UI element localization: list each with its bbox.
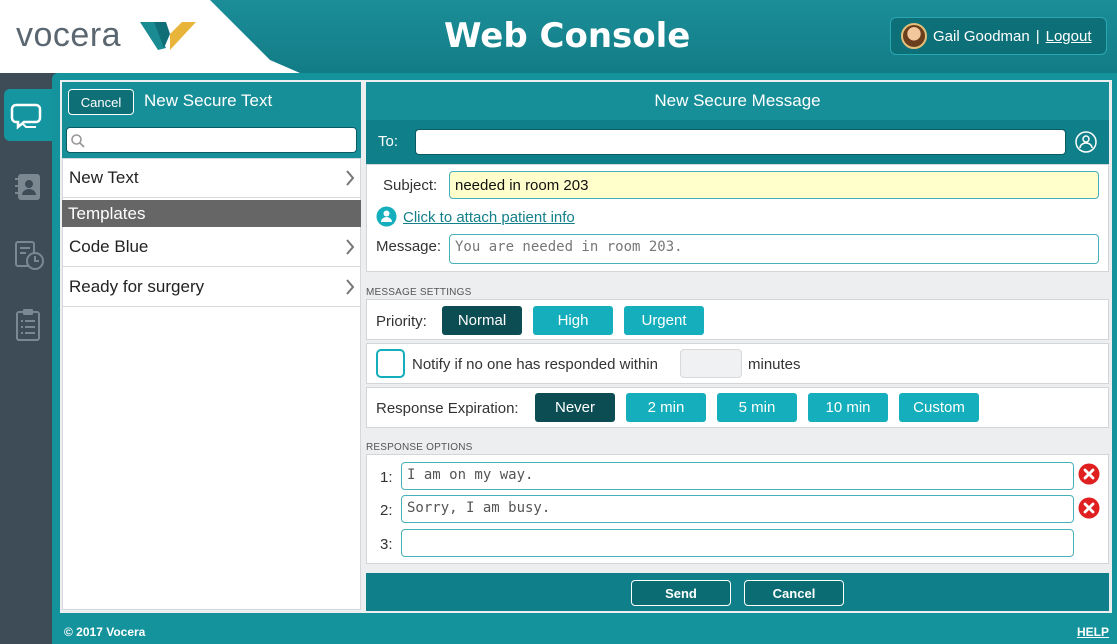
priority-urgent-button[interactable]: Urgent — [624, 306, 704, 335]
expiration-label: Response Expiration: — [376, 400, 519, 417]
nav-contacts-button[interactable] — [4, 160, 52, 212]
response-number: 3: — [380, 536, 393, 553]
expiration-2min-button[interactable]: 2 min — [626, 393, 706, 422]
list-item-label: Ready for surgery — [69, 276, 205, 296]
notify-checkbox[interactable] — [376, 349, 405, 378]
action-bar — [366, 573, 1109, 611]
response-number: 2: — [380, 502, 393, 519]
copyright-text: © 2017 Vocera — [64, 625, 146, 639]
response-option-input[interactable] — [401, 529, 1074, 557]
delete-icon[interactable] — [1078, 463, 1100, 485]
minutes-label: minutes — [748, 356, 801, 373]
nav-rail — [0, 73, 52, 644]
left-cancel-button[interactable]: Cancel — [68, 89, 134, 115]
chat-bubbles-icon — [10, 103, 42, 130]
list-item-template[interactable]: Ready for surgery — [62, 267, 361, 307]
templates-header: Templates — [62, 200, 361, 227]
to-input[interactable] — [415, 129, 1066, 155]
address-book-icon[interactable] — [1075, 131, 1097, 153]
response-options-label: RESPONSE OPTIONS — [366, 442, 473, 453]
contacts-book-icon — [15, 174, 40, 200]
expiration-5min-button[interactable]: 5 min — [717, 393, 797, 422]
message-settings-label: MESSAGE SETTINGS — [366, 287, 472, 298]
left-panel-title: New Secure Text — [144, 91, 273, 110]
nav-messages-button[interactable] — [4, 89, 52, 141]
attach-patient-link[interactable]: Click to attach patient info — [403, 209, 575, 226]
vocera-logo: vocera — [16, 16, 122, 54]
send-button[interactable]: Send — [631, 580, 731, 606]
vocera-v-mark-icon — [140, 22, 196, 50]
avatar — [901, 23, 927, 49]
nav-history-button[interactable] — [4, 228, 52, 280]
notify-minutes-input[interactable] — [680, 349, 742, 378]
notify-label: Notify if no one has responded within — [412, 356, 658, 373]
user-name: Gail Goodman — [933, 27, 1030, 45]
logout-link[interactable]: Logout — [1046, 28, 1092, 45]
subject-label: Subject: — [383, 177, 438, 194]
patient-icon — [376, 206, 397, 227]
subject-input[interactable]: needed in room 203 — [449, 171, 1099, 199]
message-label: Message: — [376, 238, 442, 255]
priority-normal-button[interactable]: Normal — [442, 306, 522, 335]
expiration-10min-button[interactable]: 10 min — [808, 393, 888, 422]
cancel-button[interactable]: Cancel — [744, 580, 844, 606]
chevron-right-icon — [346, 279, 355, 295]
message-input[interactable]: You are needed in room 203. — [449, 234, 1099, 264]
help-link[interactable]: HELP — [1077, 625, 1109, 639]
nav-tasks-button[interactable] — [4, 298, 52, 350]
chevron-right-icon — [346, 170, 355, 186]
list-item-template[interactable]: Code Blue — [62, 227, 361, 267]
expiration-never-button[interactable]: Never — [535, 393, 615, 422]
delete-icon[interactable] — [1078, 497, 1100, 519]
user-separator: | — [1035, 27, 1040, 45]
chevron-right-icon — [346, 239, 355, 255]
list-item-label: New Text — [69, 167, 139, 187]
list-item-label: Code Blue — [69, 236, 149, 256]
history-clock-icon — [15, 241, 44, 270]
response-option-input[interactable]: I am on my way. — [401, 462, 1074, 490]
priority-high-button[interactable]: High — [533, 306, 613, 335]
response-number: 1: — [380, 469, 393, 486]
user-menu: Gail Goodman | Logout — [890, 17, 1107, 55]
priority-label: Priority: — [376, 313, 427, 330]
list-item-new-text[interactable]: New Text — [62, 158, 361, 198]
search-icon — [71, 134, 85, 148]
search-input[interactable] — [66, 127, 357, 153]
expiration-custom-button[interactable]: Custom — [899, 393, 979, 422]
status-bar: © 2017 Vocera HELP — [52, 620, 1117, 644]
clipboard-checklist-icon — [16, 309, 40, 341]
response-option-input[interactable]: Sorry, I am busy. — [401, 495, 1074, 523]
page-title: Web Console — [444, 16, 691, 56]
to-label: To: — [378, 133, 399, 150]
right-panel-title: New Secure Message — [366, 82, 1109, 120]
